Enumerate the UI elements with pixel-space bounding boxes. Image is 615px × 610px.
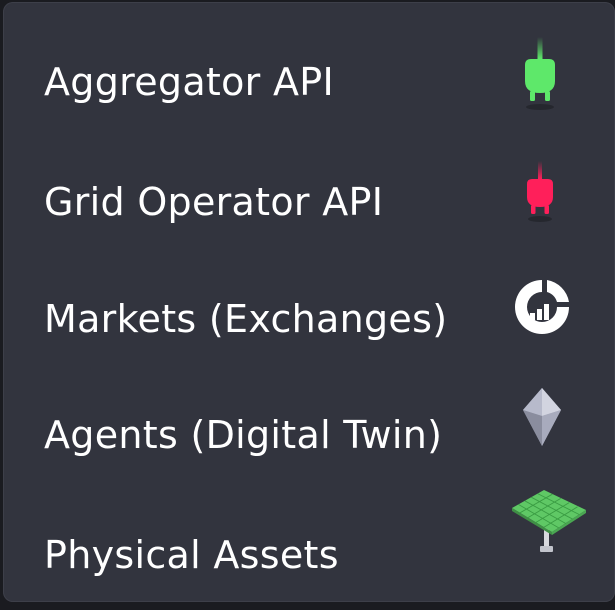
menu-item-label: Aggregator API [44, 60, 334, 104]
menu-item-aggregator-api[interactable]: Aggregator API [3, 27, 615, 137]
plug-icon [525, 37, 555, 110]
menu-item-physical-assets[interactable]: Physical Assets [3, 490, 615, 610]
menu-item-label: Agents (Digital Twin) [44, 413, 443, 457]
menu-item-grid-operator-api[interactable]: Grid Operator API [3, 147, 615, 257]
source-menu-panel: Aggregator API Grid Operator API Markets… [3, 2, 615, 602]
plug-icon [527, 161, 553, 222]
market-chart-icon [515, 280, 569, 334]
menu-item-label: Physical Assets [44, 533, 339, 577]
menu-item-markets-exchanges[interactable]: Markets (Exchanges) [3, 264, 615, 374]
menu-item-agents-digital-twin[interactable]: Agents (Digital Twin) [3, 380, 615, 490]
menu-item-label: Grid Operator API [44, 180, 384, 224]
menu-item-label: Markets (Exchanges) [44, 297, 448, 341]
crystal-icon [523, 388, 561, 446]
solar-panel-icon [512, 490, 586, 552]
